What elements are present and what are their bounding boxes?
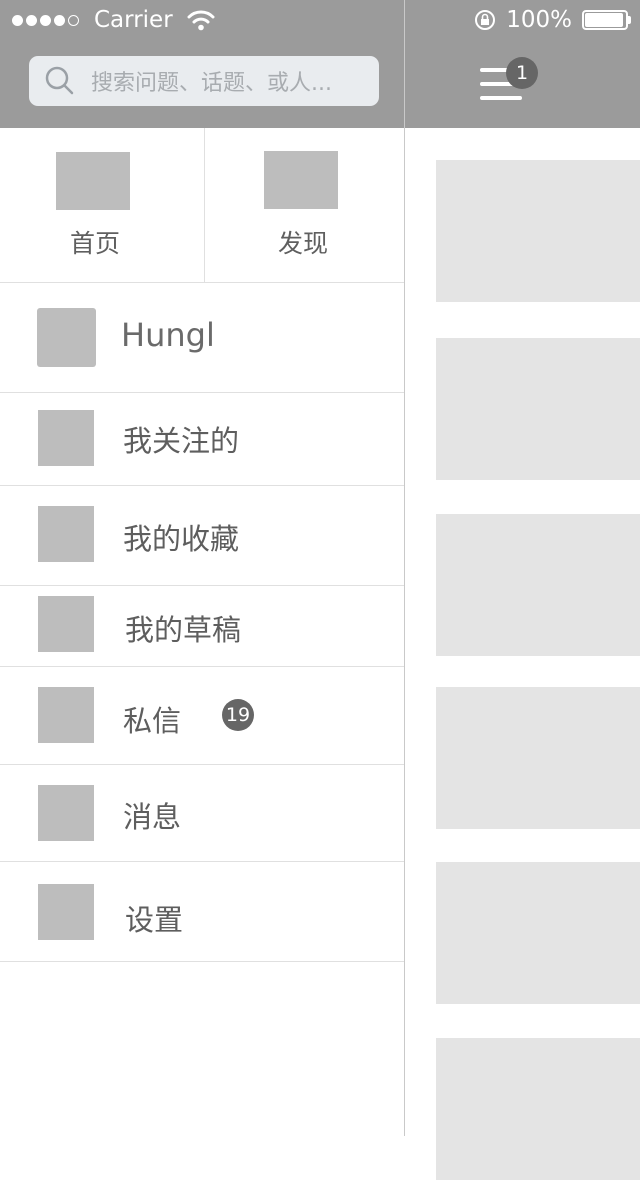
tab-discover-label: 发现 [277, 229, 328, 258]
favorites-icon [38, 506, 94, 562]
menu-item-label: 我关注的 [123, 424, 240, 458]
discover-icon [264, 151, 338, 209]
carrier-name: Carrier [94, 7, 173, 33]
top-tabs: 首页 发现 [0, 128, 404, 283]
battery-icon [582, 10, 631, 30]
content-card[interactable] [436, 160, 640, 302]
battery-percentage: 100% [506, 7, 572, 33]
avatar [37, 308, 96, 367]
content-card[interactable] [436, 1038, 640, 1180]
menu-item-following[interactable]: 我关注的 [0, 393, 404, 486]
content-card[interactable] [436, 514, 640, 656]
menu-item-label: 我的草稿 [125, 613, 242, 647]
menu-item-messages[interactable]: 私信 19 [0, 667, 404, 765]
search-placeholder: 搜索问题、话题、或人... [91, 71, 332, 96]
signal-strength-icon [12, 14, 82, 26]
tab-home[interactable]: 首页 [0, 128, 202, 282]
menu-item-label: 私信 [123, 704, 182, 738]
search-input[interactable]: 搜索问题、话题、或人... [29, 56, 379, 106]
content-card[interactable] [436, 687, 640, 829]
tab-discover[interactable]: 发现 [202, 128, 404, 282]
menu-notification-badge: 1 [506, 57, 538, 89]
profile-row[interactable]: Hungl [0, 283, 404, 393]
content-card[interactable] [436, 338, 640, 480]
search-icon [45, 66, 74, 95]
side-drawer: Carrier 搜索问题、话题、或人... 首页 发现 Hungl 我关注的 我… [0, 0, 405, 1136]
settings-icon [38, 884, 94, 940]
drawer-header: Carrier 搜索问题、话题、或人... [0, 0, 404, 128]
status-bar-left: Carrier [12, 5, 215, 35]
content-card[interactable] [436, 862, 640, 1004]
home-icon [56, 152, 130, 210]
rotation-lock-icon [475, 10, 496, 30]
status-bar-right: 100% [474, 5, 631, 35]
drafts-icon [38, 596, 94, 652]
wifi-icon [187, 10, 215, 31]
menu-item-notifications[interactable]: 消息 [0, 765, 404, 862]
menu-item-label: 我的收藏 [123, 522, 240, 556]
notification-icon [38, 785, 94, 841]
menu-item-label: 消息 [123, 800, 182, 834]
tab-home-label: 首页 [69, 229, 120, 258]
menu-item-drafts[interactable]: 我的草稿 [0, 586, 404, 667]
menu-item-settings[interactable]: 设置 [0, 862, 404, 962]
profile-name: Hungl [121, 316, 215, 354]
following-icon [38, 410, 94, 466]
unread-count-badge: 19 [222, 699, 254, 731]
message-icon [38, 687, 94, 743]
menu-bar-icon [480, 96, 522, 100]
menu-item-label: 设置 [125, 903, 184, 937]
menu-item-favorites[interactable]: 我的收藏 [0, 486, 404, 586]
